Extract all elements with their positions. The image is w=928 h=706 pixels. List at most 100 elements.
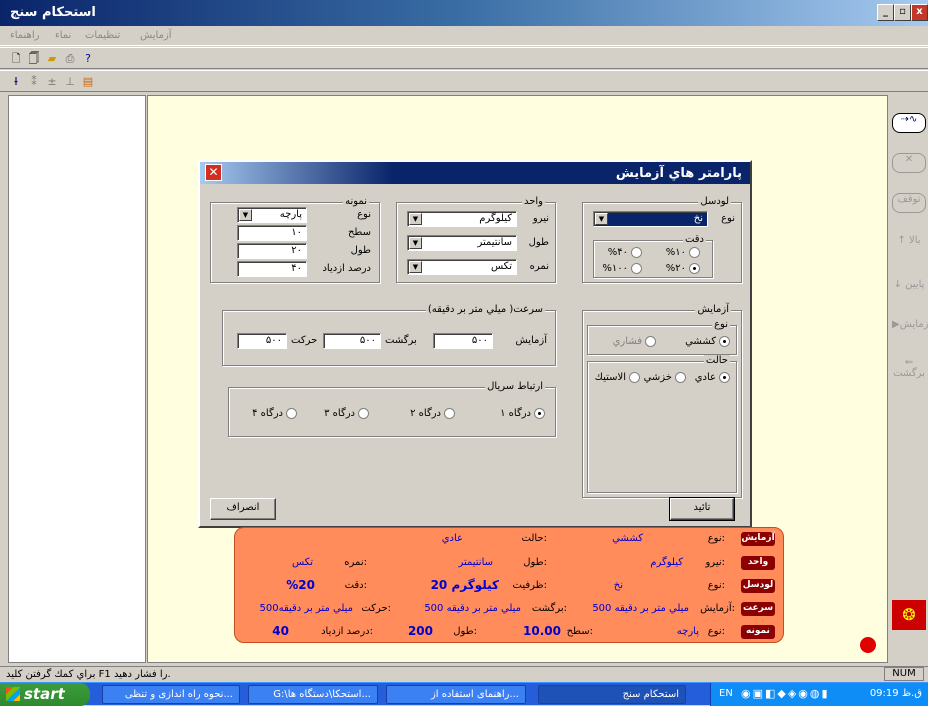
length-unit-select[interactable]: ▼ سانتيمتر (407, 235, 517, 251)
count-unit-value: تکس (490, 261, 512, 272)
summary-panel: آزمايش نوع: كششي حالت: عادي واحد نيرو: ك… (234, 527, 784, 643)
serial-label: ارتباط سريال (485, 381, 545, 392)
loadcell-type-value: نخ (693, 213, 703, 224)
down-button[interactable]: ↓ پایین (892, 279, 926, 290)
sample-type-label: نوع (357, 209, 371, 220)
summary-length-value: سانتيمتر (458, 557, 493, 568)
down-icon[interactable]: ⊥ (62, 74, 78, 90)
dialog-close-button[interactable]: ✕ (205, 164, 222, 181)
menu-view[interactable]: نماء (55, 30, 71, 41)
state-normal-label: عادي (694, 372, 716, 383)
open-folder-icon[interactable]: ▰ (44, 51, 60, 67)
chevron-down-icon[interactable]: ▼ (409, 237, 422, 249)
speed-label: سرعت( ميلي متر بر دقيقه) (425, 304, 545, 315)
serial-port-3[interactable]: درگاه ۳ (324, 408, 369, 419)
state-creep[interactable]: خزشي (644, 372, 686, 383)
serial-port-1[interactable]: درگاه ۱ (500, 408, 545, 419)
accuracy-40-label: %۴۰ (607, 247, 628, 258)
summary-count-value: تكس (291, 557, 313, 568)
elongation-input[interactable]: ۴۰ (237, 261, 307, 277)
start-button[interactable]: start (0, 683, 90, 706)
loadcell-type-select[interactable]: ▼ نخ (593, 211, 708, 227)
surface-input[interactable]: ۱۰ (237, 225, 307, 241)
summary-test-state-key: حالت: (521, 533, 547, 544)
summary-tag-loadcell: لودسل (741, 579, 775, 593)
print-icon[interactable]: ⎙ (62, 51, 78, 67)
accuracy-10[interactable]: %۱۰ (666, 247, 700, 258)
chevron-down-icon[interactable]: ▼ (595, 213, 608, 225)
type-tensile[interactable]: کششي (685, 336, 730, 347)
toolbar-standard: 🗋 🗍 ▰ ⎙ ? (0, 47, 928, 69)
serial-port-2[interactable]: درگاه ۲ (410, 408, 455, 419)
state-elastic[interactable]: الاستيك (595, 372, 640, 383)
sample-group: نمونه نوع ▼ پارچه سطح ۱۰ طول ۲۰ درصد ازدي… (210, 196, 380, 283)
num-indicator: NUM (884, 667, 924, 681)
sample-type-select[interactable]: ▼ پارچه (237, 207, 307, 223)
sample-length-input[interactable]: ۲۰ (237, 243, 307, 259)
summary-loadcell-type-value: نخ (613, 580, 623, 591)
new-page-icon[interactable]: 🗍 (26, 51, 42, 67)
task-folder[interactable]: G:\استحکا\دستگاه ها... (248, 685, 378, 704)
stop-test-icon[interactable]: ✕ (892, 153, 926, 173)
summary-elongation-value: 40 (272, 624, 289, 638)
close-button[interactable]: x (911, 4, 928, 21)
type-tensile-label: کششي (685, 336, 716, 347)
speed-return-input[interactable]: ۵۰۰ (323, 333, 381, 349)
new-file-icon[interactable]: 🗋 (8, 51, 24, 67)
down-label: پایین (905, 279, 925, 290)
sample-length-label: طول (350, 245, 371, 256)
cancel-button[interactable]: انصراف (210, 498, 276, 520)
force-label: نيرو (532, 213, 549, 224)
loadcell-label: لودسل (698, 196, 731, 207)
count-unit-select[interactable]: ▼ تکس (407, 259, 517, 275)
test-icon[interactable]: Ɨ (8, 74, 24, 90)
chevron-down-icon[interactable]: ▼ (409, 213, 422, 225)
speed-return-label: برگشت (385, 335, 417, 346)
menu-settings[interactable]: تنظیمات (85, 30, 120, 41)
accuracy-label: دقت (682, 234, 706, 245)
ok-button[interactable]: تائيد (669, 497, 735, 521)
speed-test-label: آزمايش (515, 335, 547, 346)
state-normal[interactable]: عادي (695, 372, 730, 383)
serial-port-4-label: درگاه ۴ (252, 408, 283, 419)
serial-port-4[interactable]: درگاه ۴ (252, 408, 297, 419)
up-button[interactable]: ↑ بالا (892, 235, 926, 246)
tray-icons[interactable]: ◉▣◧◆◈◉◍▮ (741, 687, 830, 700)
summary-accuracy-value: %20 (286, 578, 315, 592)
menu-test[interactable]: آزمایش (140, 30, 172, 41)
help-icon[interactable]: ? (80, 51, 96, 67)
chevron-down-icon[interactable]: ▼ (409, 261, 422, 273)
loadcell-type-label: نوع (721, 213, 735, 224)
task-browser[interactable]: نحوه راه اندازی و تنظی... (102, 685, 240, 704)
type-compression-label: فشاري (612, 336, 642, 347)
zero-icon[interactable]: ⁑ (26, 74, 42, 90)
summary-surface-value: 10.00 (523, 624, 561, 638)
keyboard-icon[interactable]: ▤ (80, 74, 96, 90)
test-button[interactable]: ▶آزمایش (892, 319, 928, 330)
return-button[interactable]: ⇐ برگشت (892, 357, 926, 379)
radio-icon (689, 247, 700, 258)
task-document[interactable]: راهنمای استفاده از... (386, 685, 526, 704)
taskbar: start نحوه راه اندازی و تنظی... G:\استحک… (0, 682, 928, 706)
start-test-icon[interactable]: ⇢∿ (892, 113, 926, 133)
status-help-text: براي کمك گرفتن کليد F1 را فشار دهيد. (6, 669, 171, 680)
type-compression[interactable]: فشاري (613, 336, 656, 347)
speed-test-input[interactable]: ۵۰۰ (433, 333, 493, 349)
speed-move-input[interactable]: ۵۰۰ (237, 333, 287, 349)
accuracy-100[interactable]: %۱۰۰ (602, 263, 642, 274)
pause-button[interactable]: توقف (892, 193, 926, 213)
accuracy-10-label: %۱۰ (665, 247, 686, 258)
maximize-button[interactable]: ▫ (894, 4, 911, 21)
accuracy-40[interactable]: %۴۰ (608, 247, 642, 258)
elongation-label: درصد ازدياد (322, 263, 371, 274)
minimize-button[interactable]: _ (877, 4, 894, 21)
length-label: طول (528, 237, 549, 248)
chevron-down-icon[interactable]: ▼ (239, 209, 252, 221)
menu-help[interactable]: راهنماء (10, 30, 39, 41)
accuracy-20[interactable]: %۲۰ (666, 263, 700, 274)
language-indicator[interactable]: EN (719, 688, 733, 699)
task-app[interactable]: استحکام سنج (538, 685, 686, 704)
force-unit-select[interactable]: ▼ کيلوگرم (407, 211, 517, 227)
summary-force-key: نيرو: (705, 557, 725, 568)
balance-icon[interactable]: ± (44, 74, 60, 90)
